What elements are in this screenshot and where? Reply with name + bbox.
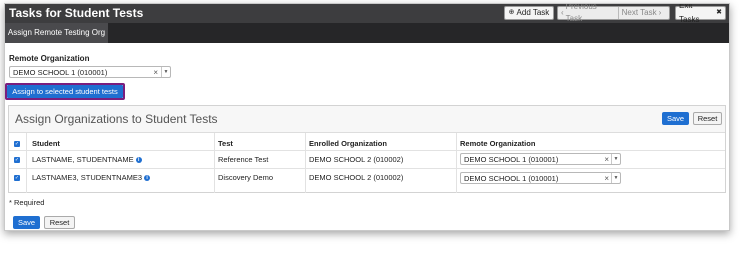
row-remote-organization-value: DEMO SCHOOL 1 (010001) <box>464 155 559 164</box>
chevron-left-icon: ‹ <box>561 8 564 17</box>
exit-tasks-button[interactable]: Exit Tasks ✖ <box>675 4 726 24</box>
panel-title: Assign Organizations to Student Tests <box>15 112 218 126</box>
col-divider <box>456 133 457 193</box>
enrolled-organization: DEMO SCHOOL 2 (010002) <box>309 173 404 182</box>
required-note: * Required <box>9 198 45 207</box>
row-divider <box>9 168 725 169</box>
chevron-down-icon[interactable]: ▼ <box>611 173 620 183</box>
column-header-student: Student <box>32 139 60 148</box>
row-remote-organization-select[interactable]: DEMO SCHOOL 1 (010001) × ▼ <box>460 172 621 184</box>
col-divider <box>26 133 27 193</box>
add-task-label: Add Task <box>516 8 550 17</box>
row-divider <box>9 150 725 151</box>
student-name-text: LASTNAME, STUDENTNAME <box>32 155 134 164</box>
row-checkbox[interactable]: ✓ <box>14 175 20 181</box>
row-remote-organization-value: DEMO SCHOOL 1 (010001) <box>464 174 559 183</box>
chevron-down-icon[interactable]: ▼ <box>161 67 170 77</box>
info-icon[interactable]: i <box>144 175 151 182</box>
next-task-button[interactable]: Next Task › <box>617 7 669 19</box>
clear-icon[interactable]: × <box>604 154 609 166</box>
add-task-button[interactable]: ⊕ Add Task <box>504 6 554 20</box>
test-name: Reference Test <box>218 155 269 164</box>
student-name-text: LASTNAME3, STUDENTNAME3 <box>32 173 143 182</box>
previous-task-button[interactable]: ‹ Previous Task <box>558 4 618 23</box>
plus-circle-icon: ⊕ <box>508 9 515 16</box>
enrolled-organization: DEMO SCHOOL 2 (010002) <box>309 155 404 164</box>
test-name: Discovery Demo <box>218 173 274 182</box>
col-divider <box>214 133 215 193</box>
tasks-window: Tasks for Student Tests ⊕ Add Task ‹ Pre… <box>4 3 730 231</box>
assign-to-selected-button[interactable]: Assign to selected student tests <box>7 85 123 98</box>
remote-organization-value: DEMO SCHOOL 1 (010001) <box>13 68 108 77</box>
column-header-remote-organization: Remote Organization <box>460 139 536 148</box>
tab-assign-remote-testing-org[interactable]: Assign Remote Testing Org <box>5 23 108 43</box>
chevron-down-icon[interactable]: ▼ <box>611 154 620 164</box>
info-icon[interactable]: i <box>135 157 142 164</box>
remote-organization-select[interactable]: DEMO SCHOOL 1 (010001) × ▼ <box>9 66 171 78</box>
previous-task-label: Previous Task <box>565 3 597 23</box>
header-bar: Tasks for Student Tests ⊕ Add Task ‹ Pre… <box>5 4 729 24</box>
row-remote-organization-select[interactable]: DEMO SCHOOL 1 (010001) × ▼ <box>460 153 621 165</box>
close-icon: ✖ <box>716 9 722 16</box>
select-all-checkbox[interactable]: ✓ <box>14 141 20 147</box>
chevron-right-icon: › <box>658 8 662 17</box>
footer-reset-button[interactable]: Reset <box>44 216 75 229</box>
sub-navigation: Assign Remote Testing Org <box>5 23 729 43</box>
clear-icon[interactable]: × <box>153 67 158 79</box>
footer-save-button[interactable]: Save <box>13 216 40 229</box>
panel-reset-button[interactable]: Reset <box>693 112 722 125</box>
clear-icon[interactable]: × <box>604 173 609 185</box>
column-header-enrolled-organization: Enrolled Organization <box>309 139 387 148</box>
next-task-label: Next Task <box>621 8 657 17</box>
assign-organizations-panel: Assign Organizations to Student Tests Sa… <box>8 105 726 193</box>
page-title: Tasks for Student Tests <box>9 6 144 20</box>
task-navigation: ‹ Previous Task Next Task › <box>557 4 670 23</box>
col-divider <box>305 133 306 193</box>
student-name: LASTNAME3, STUDENTNAME3 i <box>32 173 151 182</box>
row-checkbox[interactable]: ✓ <box>14 157 20 163</box>
panel-save-button[interactable]: Save <box>662 112 689 125</box>
panel-header: Assign Organizations to Student Tests Sa… <box>9 106 725 133</box>
column-header-test: Test <box>218 139 233 148</box>
remote-organization-label: Remote Organization <box>9 54 90 63</box>
student-name: LASTNAME, STUDENTNAME i <box>32 155 142 164</box>
